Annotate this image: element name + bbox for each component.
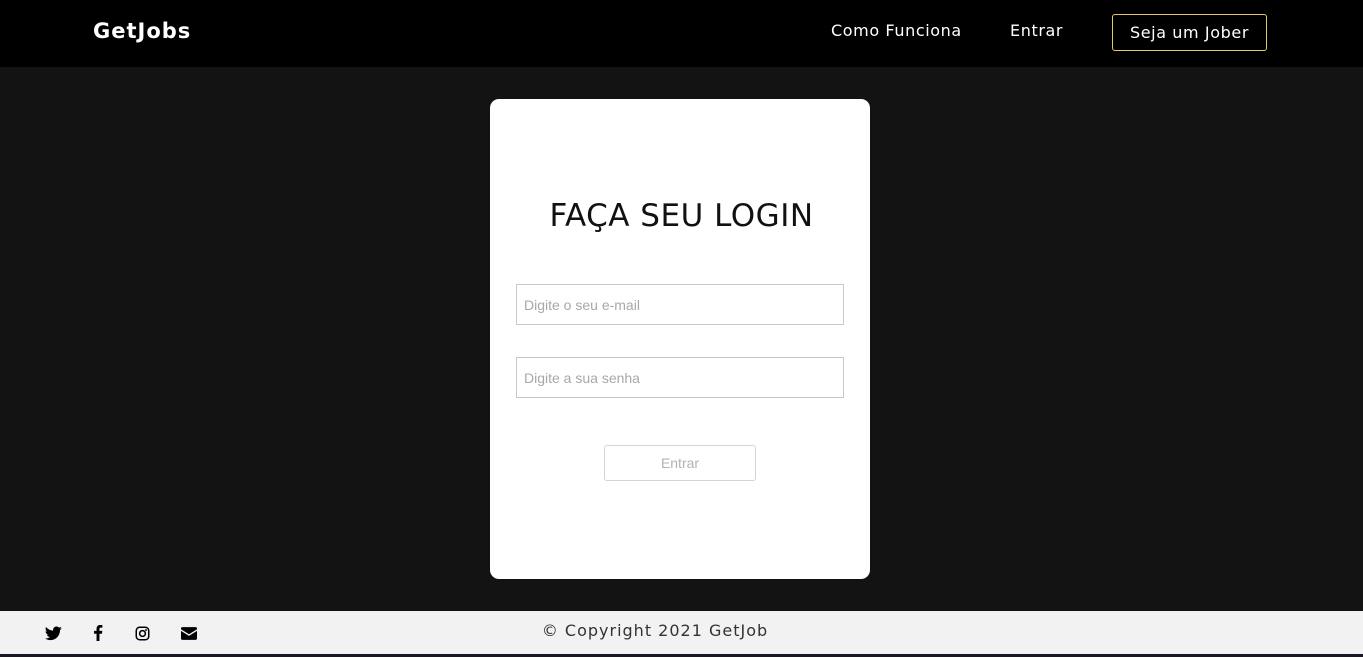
signup-button[interactable]: Seja um Jober	[1112, 14, 1267, 51]
nav-link-how-it-works[interactable]: Como Funciona	[831, 21, 962, 40]
email-input[interactable]	[516, 284, 844, 325]
login-card	[490, 99, 870, 579]
login-title: FAÇA SEU LOGIN	[549, 198, 814, 234]
login-submit-button[interactable]: Entrar	[604, 445, 756, 481]
password-input[interactable]	[516, 357, 844, 398]
nav-link-login[interactable]: Entrar	[1010, 21, 1063, 40]
copyright-text: © Copyright 2021 GetJob	[541, 621, 769, 640]
brand-logo[interactable]: GetJobs	[93, 19, 191, 43]
top-navbar: GetJobs Como Funciona Entrar Seja um Job…	[0, 0, 1363, 67]
